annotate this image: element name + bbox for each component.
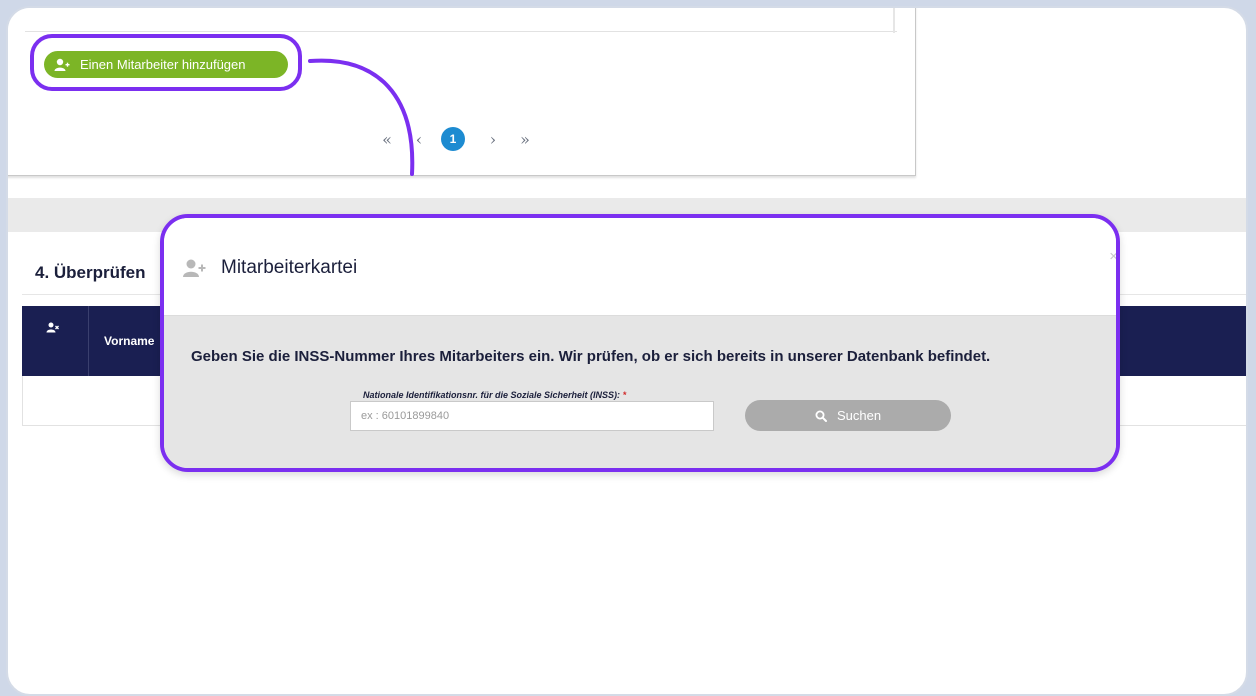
remove-user-icon [46, 322, 59, 333]
search-icon [815, 410, 827, 422]
pagination-current-page[interactable]: 1 [441, 127, 465, 151]
modal-instruction: Geben Sie die INSS-Nummer Ihres Mitarbei… [191, 348, 991, 365]
inss-input[interactable] [350, 401, 714, 431]
table-scroll-edge [893, 8, 895, 33]
section-title: 4. Überprüfen [35, 263, 146, 282]
modal-title: Mitarbeiterkartei [221, 257, 358, 278]
inss-field-label-text: Nationale Identifikationsnr. für die Soz… [363, 390, 621, 400]
highlight-connector-line [308, 58, 415, 176]
table-row-divider [25, 31, 897, 32]
column-header-vorname[interactable]: Vorname [104, 334, 154, 348]
add-user-icon [183, 259, 206, 277]
highlight-ring-add-button [30, 34, 302, 91]
modal-body: Geben Sie die INSS-Nummer Ihres Mitarbei… [164, 316, 1116, 468]
employee-list-card: Einen Mitarbeiter hinzufügen « ‹ 1 › » [8, 8, 916, 176]
employee-record-modal: Mitarbeiterkartei × Geben Sie die INSS-N… [160, 214, 1120, 472]
modal-close-icon[interactable]: × [1109, 248, 1116, 265]
pagination-next[interactable]: › [477, 130, 509, 149]
required-marker: * [622, 390, 627, 400]
table-header-divider [88, 306, 89, 376]
modal-header: Mitarbeiterkartei × [164, 218, 1116, 316]
pagination-last[interactable]: » [509, 130, 541, 149]
search-button[interactable]: Suchen [745, 400, 951, 431]
inss-field-label: Nationale Identifikationsnr. für die Soz… [363, 390, 626, 400]
search-button-label: Suchen [836, 408, 882, 423]
